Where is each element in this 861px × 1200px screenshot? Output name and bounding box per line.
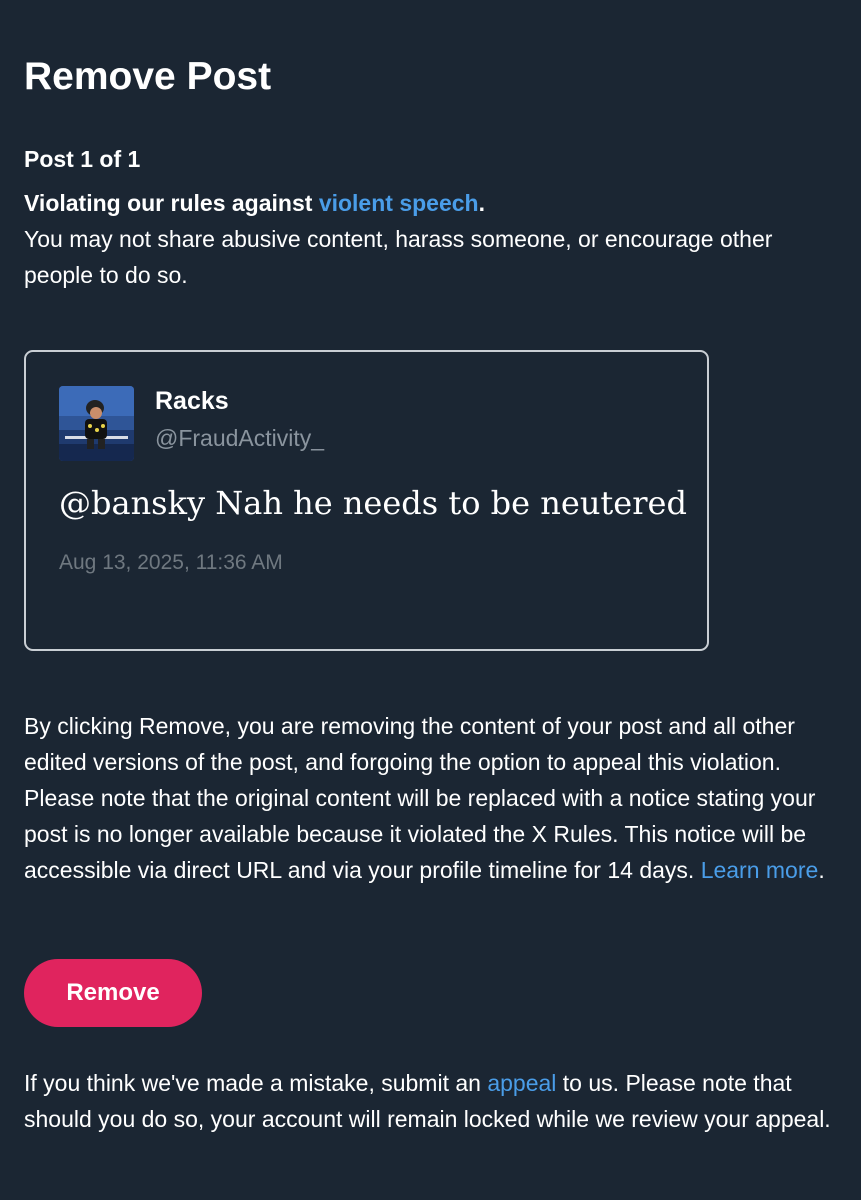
page-title: Remove Post [24,55,272,98]
appeal-notice-prefix: If you think we've made a mistake, submi… [24,1070,488,1096]
post-text: @bansky Nah he needs to be neutered [59,484,687,522]
remove-explanation: By clicking Remove, you are removing the… [24,708,837,888]
violation-notice: Violating our rules against violent spee… [24,185,837,293]
learn-more-link[interactable]: Learn more [701,857,819,883]
appeal-link[interactable]: appeal [487,1070,556,1096]
profile-photo-icon [59,386,134,461]
appeal-notice: If you think we've made a mistake, submi… [24,1065,837,1137]
violation-description: You may not share abusive content, haras… [24,226,773,288]
violation-heading-prefix: Violating our rules against [24,190,319,216]
avatar [59,386,134,461]
post-author-name: Racks [155,387,229,415]
violation-heading-suffix: . [478,190,485,216]
violent-speech-rule-link[interactable]: violent speech [319,190,479,216]
post-timestamp: Aug 13, 2025, 11:36 AM [59,551,283,574]
remove-explanation-suffix: . [818,857,825,883]
post-counter: Post 1 of 1 [24,146,141,172]
remove-button[interactable]: Remove [24,959,202,1027]
remove-explanation-text: By clicking Remove, you are removing the… [24,713,816,883]
post-card: Racks @FraudActivity_ @bansky Nah he nee… [24,350,709,651]
violation-heading: Violating our rules against violent spee… [24,185,837,221]
post-author-handle: @FraudActivity_ [155,425,325,451]
